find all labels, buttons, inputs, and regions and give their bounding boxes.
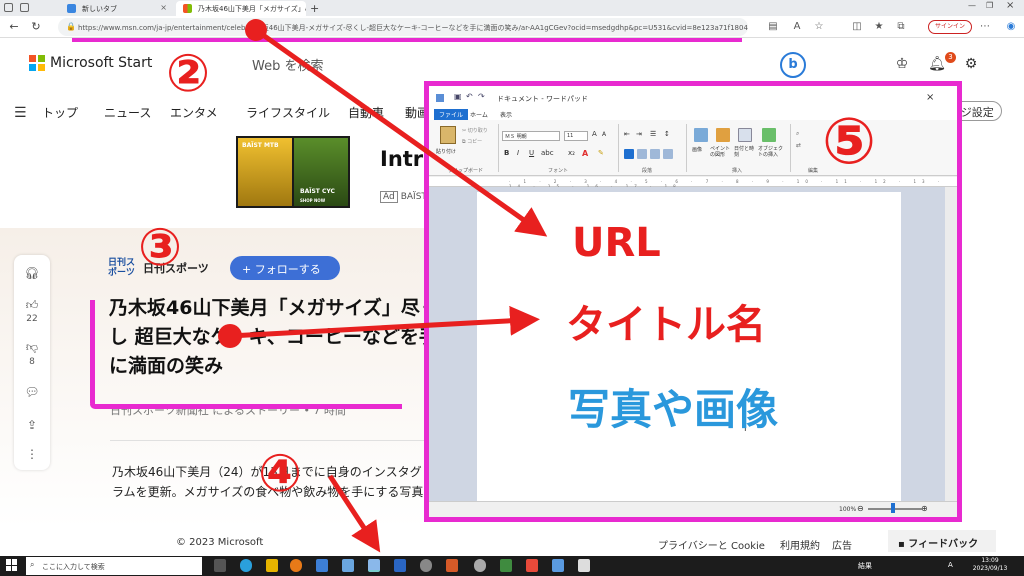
annotation-number-2: ② [166, 44, 211, 104]
arrow-url-dot [245, 19, 267, 41]
arrow-title [229, 305, 540, 339]
arrow-title-dot [218, 324, 242, 348]
annotation-number-4: ④ [258, 444, 303, 504]
arrow-url [254, 27, 548, 237]
arrow-taskbar [327, 474, 381, 553]
annotation-number-3: ③ [138, 218, 183, 278]
annotation-arrows [218, 19, 548, 553]
annotation-number-5: ⑤ [822, 105, 877, 179]
